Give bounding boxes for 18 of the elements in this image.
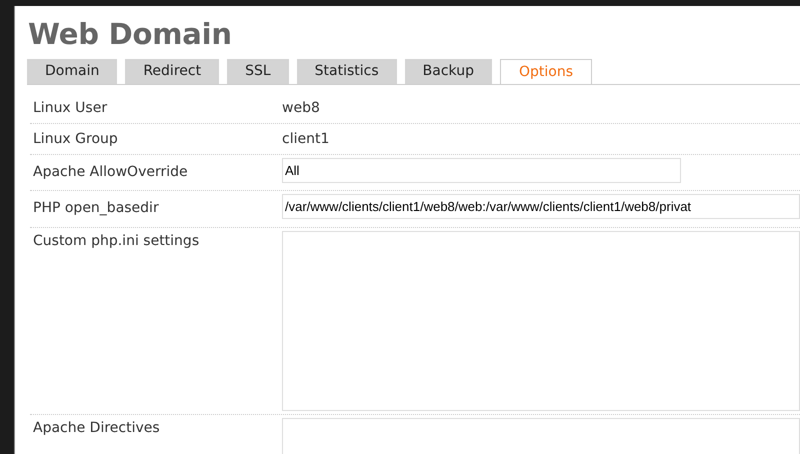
page-title: Web Domain — [27, 16, 232, 52]
text-area[interactable] — [282, 418, 800, 454]
tab[interactable]: Domain — [27, 59, 118, 84]
field-value: web8 — [282, 99, 320, 118]
field-label: Apache AllowOverride — [32, 163, 189, 182]
field-label: Linux Group — [32, 130, 119, 149]
tab[interactable]: SSL — [227, 59, 289, 84]
field-label: Linux User — [32, 99, 108, 118]
field-label: Custom php.ini settings — [32, 232, 200, 251]
input-field[interactable]: /var/www/clients/client1/web8/web:/var/www/clients/client1/web8/privat — [282, 194, 800, 219]
field-value: client1 — [282, 130, 330, 149]
field-label: Apache Directives — [32, 419, 161, 438]
tab[interactable]: Backup — [404, 59, 492, 84]
text-area[interactable] — [282, 231, 800, 411]
tab[interactable]: Redirect — [125, 59, 220, 84]
input-field[interactable]: All — [282, 158, 681, 183]
tab[interactable]: Statistics — [296, 59, 397, 84]
field-label: PHP open_basedir — [32, 199, 160, 218]
